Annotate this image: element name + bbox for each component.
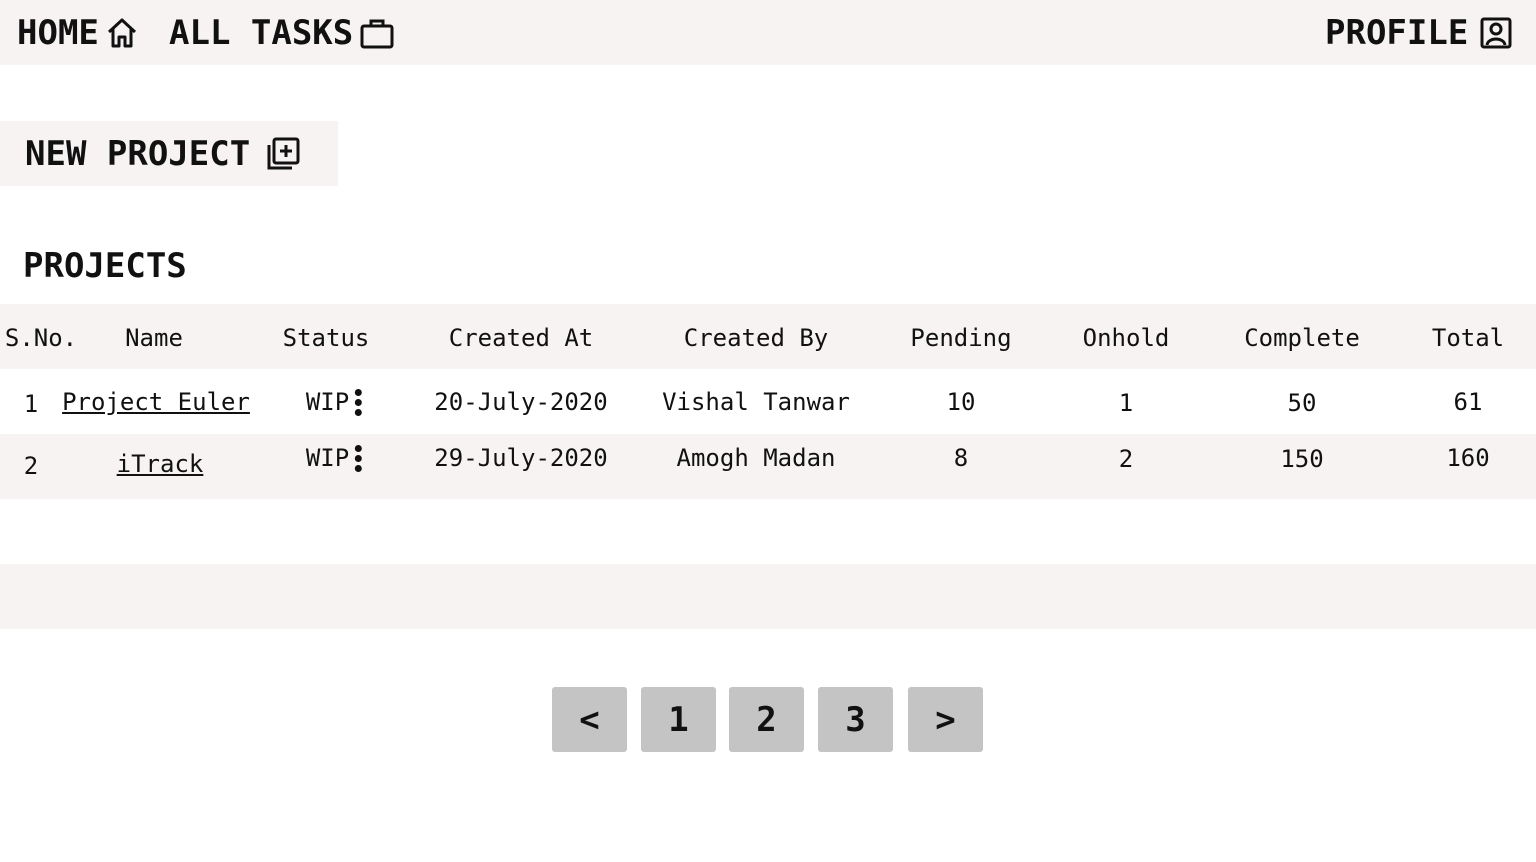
add-stack-icon xyxy=(266,137,300,171)
status-cell: WIP xyxy=(305,388,363,416)
projects-title: PROJECTS xyxy=(23,246,187,286)
page-3-button[interactable]: 3 xyxy=(818,687,893,752)
created-by: Amogh Madan xyxy=(676,444,836,472)
column-header-created-at: Created At xyxy=(448,324,594,352)
new-project-button[interactable]: NEW PROJECT xyxy=(0,121,338,186)
row-sno: 1 xyxy=(23,390,39,418)
column-header-pending: Pending xyxy=(910,324,1012,352)
home-icon xyxy=(105,16,139,50)
complete-count: 150 xyxy=(1280,445,1324,473)
column-header-total: Total xyxy=(1431,324,1505,352)
created-at: 20-July-2020 xyxy=(434,388,608,416)
column-header-created-by: Created By xyxy=(683,324,829,352)
onhold-count: 1 xyxy=(1118,389,1134,417)
column-header-status: Status xyxy=(282,324,370,352)
profile-link[interactable]: PROFILE xyxy=(1325,14,1512,52)
created-at: 29-July-2020 xyxy=(434,444,608,472)
created-by: Vishal Tanwar xyxy=(662,388,850,416)
page-1-button[interactable]: 1 xyxy=(641,687,716,752)
onhold-count: 2 xyxy=(1118,445,1134,473)
profile-label: PROFILE xyxy=(1325,13,1469,53)
new-project-label: NEW PROJECT xyxy=(25,133,251,174)
status-text: WIP xyxy=(305,388,350,416)
home-link[interactable]: HOME xyxy=(17,14,139,52)
pending-count: 10 xyxy=(946,388,976,416)
pending-count: 8 xyxy=(953,444,969,472)
column-header-sno: S.No. xyxy=(4,324,78,352)
all-tasks-label: ALL TASKS xyxy=(169,13,354,53)
project-name-link[interactable]: iTrack xyxy=(117,450,204,478)
profile-icon xyxy=(1480,17,1512,49)
top-nav-bar: HOME ALL TASKS PROFILE xyxy=(0,0,1536,65)
column-header-name: Name xyxy=(125,324,183,352)
column-header-onhold: Onhold xyxy=(1082,324,1170,352)
page-2-button[interactable]: 2 xyxy=(729,687,804,752)
prev-page-button[interactable]: < xyxy=(552,687,627,752)
all-tasks-link[interactable]: ALL TASKS xyxy=(169,14,395,52)
total-count: 61 xyxy=(1453,388,1483,416)
complete-count: 50 xyxy=(1287,389,1317,417)
column-header-complete: Complete xyxy=(1244,324,1360,352)
briefcase-icon xyxy=(359,16,395,50)
home-label: HOME xyxy=(17,13,99,53)
table-footer-band xyxy=(0,564,1536,629)
project-name-link[interactable]: Project Euler xyxy=(62,388,250,416)
next-page-button[interactable]: > xyxy=(908,687,983,752)
status-cell: WIP xyxy=(305,444,363,472)
total-count: 160 xyxy=(1446,444,1490,472)
status-menu-icon[interactable] xyxy=(355,388,363,416)
projects-table: S.No. Name Status Created At Created By … xyxy=(0,304,1536,499)
row-sno: 2 xyxy=(23,452,39,480)
status-menu-icon[interactable] xyxy=(355,444,363,472)
status-text: WIP xyxy=(305,444,350,472)
